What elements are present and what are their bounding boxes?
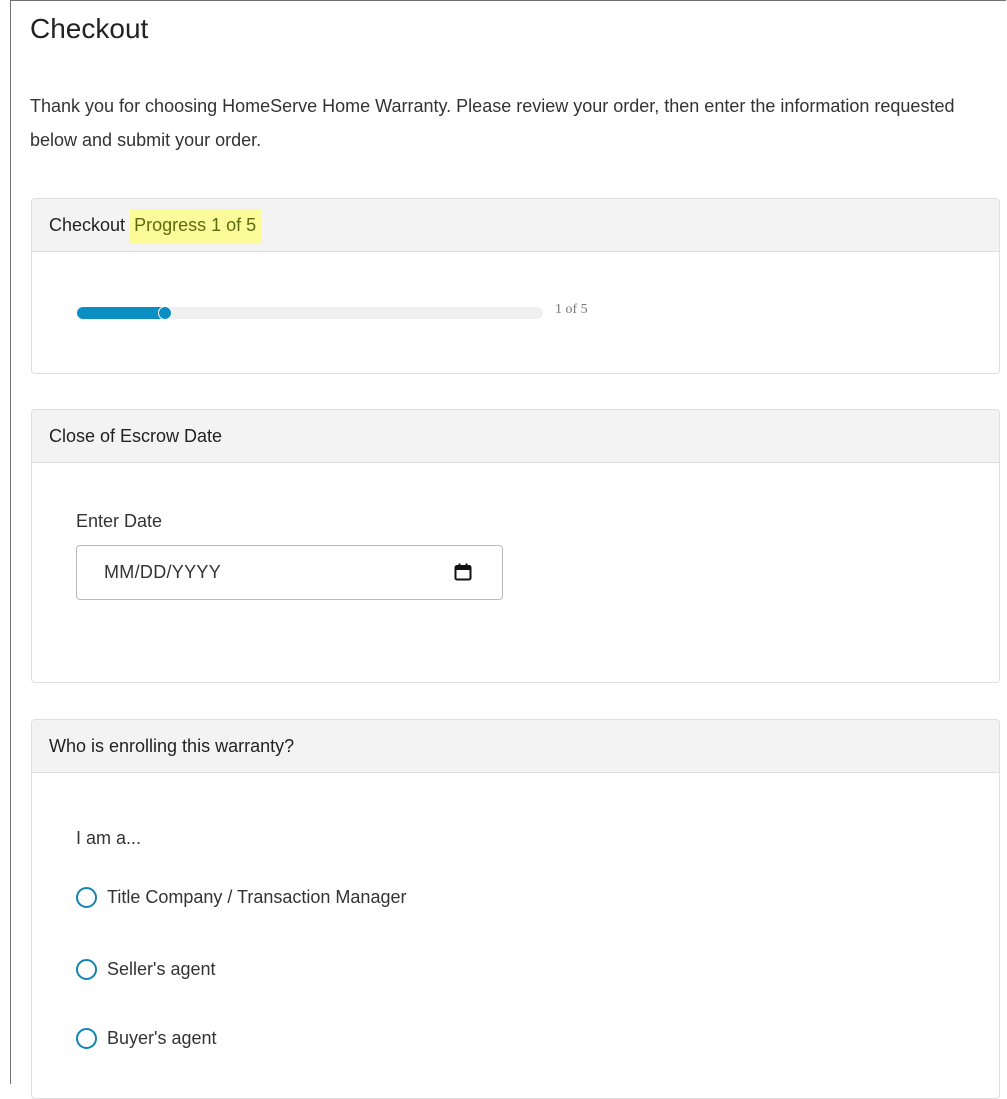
close-of-escrow-card: Close of Escrow Date Enter Date MM/DD/YY…	[31, 409, 1000, 683]
radio-button-icon[interactable]	[76, 958, 97, 980]
escrow-date-input[interactable]: MM/DD/YYYY	[76, 545, 503, 600]
who-is-enrolling-card: Who is enrolling this warranty? I am a..…	[31, 719, 1000, 1099]
close-of-escrow-header: Close of Escrow Date	[32, 410, 999, 463]
radio-button-icon[interactable]	[76, 1027, 97, 1049]
radio-option-label[interactable]: Buyer's agent	[107, 1028, 217, 1049]
progress-bar-knob	[158, 306, 172, 320]
page-frame: Checkout Thank you for choosing HomeServ…	[10, 0, 1006, 1099]
intro-text: Thank you for choosing HomeServe Home Wa…	[30, 96, 955, 150]
radio-option-label[interactable]: Title Company / Transaction Manager	[107, 887, 406, 908]
checkout-progress-header: Checkout Progress 1 of 5	[32, 199, 999, 252]
page-title: Checkout	[30, 13, 149, 44]
progress-step-text: 1 of 5	[555, 302, 588, 317]
enter-date-label: Enter Date	[76, 511, 163, 531]
progress-highlight: Progress 1 of 5	[130, 209, 262, 243]
radio-option-label[interactable]: Seller's agent	[107, 959, 216, 980]
calendar-icon[interactable]	[454, 563, 472, 581]
i-am-a-label: I am a...	[76, 828, 142, 848]
radio-option-title-company[interactable]: Title Company / Transaction Manager	[76, 882, 406, 912]
date-placeholder: MM/DD/YYYY	[104, 562, 222, 582]
radio-option-sellers-agent[interactable]: Seller's agent	[76, 954, 216, 984]
who-is-enrolling-header: Who is enrolling this warranty?	[32, 720, 999, 773]
progress-bar	[77, 306, 543, 320]
checkout-progress-header-label: Checkout	[49, 215, 126, 235]
checkout-progress-card: Checkout Progress 1 of 5 1 of 5	[31, 198, 1000, 374]
radio-button-icon[interactable]	[76, 886, 97, 908]
radio-option-buyers-agent[interactable]: Buyer's agent	[76, 1023, 217, 1053]
progress-bar-fill	[77, 307, 167, 319]
